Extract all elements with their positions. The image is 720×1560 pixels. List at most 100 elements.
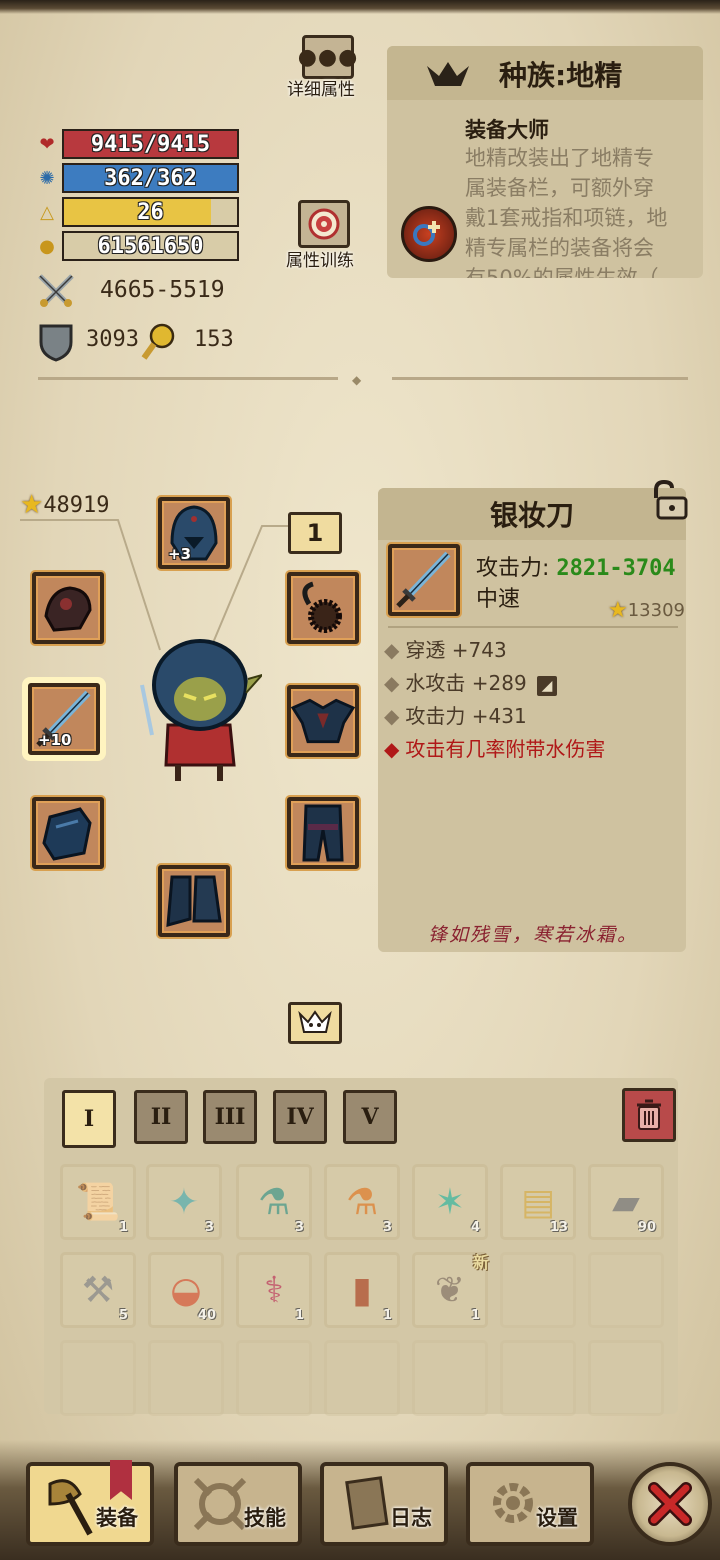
boots-icon xyxy=(166,875,222,928)
inventory-slot[interactable]: 📜 1 xyxy=(60,1164,136,1240)
axe-icon xyxy=(48,1479,93,1536)
inventory-empty-slot[interactable] xyxy=(148,1340,224,1416)
equipment-set-badge[interactable]: 1 xyxy=(288,512,342,554)
bullet-icon: ◆ xyxy=(384,737,400,761)
level-icon: △ xyxy=(40,201,54,223)
gloves-slot[interactable] xyxy=(32,797,104,869)
inventory-empty-slot[interactable] xyxy=(236,1340,312,1416)
inventory-slot[interactable]: ▰ 90 xyxy=(588,1164,664,1240)
nav-equipment-label: 装备 xyxy=(96,1506,138,1530)
more-dots-icon: ●●● xyxy=(297,44,359,70)
chest-armor-icon xyxy=(291,698,355,744)
inventory-slot[interactable]: ◒ 40 xyxy=(148,1252,224,1328)
bag-tab-3[interactable]: III xyxy=(203,1090,257,1144)
bag-tab-5[interactable]: V xyxy=(343,1090,397,1144)
inventory-slot[interactable]: ⚒ 5 xyxy=(60,1252,136,1328)
info-icon[interactable]: ◢ xyxy=(537,676,558,696)
close-button[interactable] xyxy=(628,1462,712,1546)
item-count: 4 xyxy=(470,1220,480,1235)
gold-value: 61561650 xyxy=(97,233,204,259)
inventory-empty-slot[interactable] xyxy=(60,1340,136,1416)
close-icon xyxy=(648,1482,692,1526)
unlock-icon[interactable] xyxy=(646,478,690,522)
leggings-slot[interactable] xyxy=(287,797,359,869)
crystal-star-icon: ✶ xyxy=(434,1181,466,1223)
weapon-slot[interactable]: +10 xyxy=(28,683,100,755)
divider-right xyxy=(392,377,688,380)
inventory-slot[interactable]: ▮ 1 xyxy=(324,1252,400,1328)
new-badge: 新 xyxy=(472,1253,489,1272)
inventory-slot[interactable]: ❦ 1 新 xyxy=(412,1252,489,1328)
swords-icon xyxy=(36,272,76,308)
chest-armor-slot[interactable] xyxy=(287,685,359,757)
necklace-slot[interactable] xyxy=(287,572,359,644)
bag-tab-1[interactable]: I xyxy=(62,1090,116,1148)
item-attack-value: 2821-3704 xyxy=(556,556,676,581)
luck-value: 153 xyxy=(194,327,234,352)
leggings-icon xyxy=(302,804,344,862)
boots-slot[interactable] xyxy=(158,865,230,937)
mp-bar: 362/362 xyxy=(62,163,239,193)
gold-bar: 61561650 xyxy=(62,231,239,261)
shovel-icon: ⚒ xyxy=(81,1269,115,1311)
mana-icon: ✺ xyxy=(39,167,55,189)
item-count: 1 xyxy=(470,1308,480,1323)
mp-value: 362/362 xyxy=(104,165,197,191)
item-count: 1 xyxy=(382,1308,392,1323)
nav-skills-button[interactable]: 技能 xyxy=(174,1462,302,1546)
nav-settings-button[interactable]: 设置 xyxy=(466,1462,594,1546)
bullet-icon: ◆ xyxy=(384,671,400,695)
attribute-training-button[interactable] xyxy=(298,200,350,248)
inventory-slot[interactable]: ✶ 4 xyxy=(412,1164,488,1240)
nav-skills-label: 技能 xyxy=(244,1506,286,1530)
nav-settings-label: 设置 xyxy=(536,1506,578,1530)
journal-icon xyxy=(345,1476,389,1530)
gold-icon: ● xyxy=(39,235,55,257)
inventory-slot[interactable]: ⚗ 3 xyxy=(236,1164,312,1240)
bullet-icon: ◆ xyxy=(384,638,400,662)
nav-log-button[interactable]: 日志 xyxy=(320,1462,448,1546)
top-edge xyxy=(0,0,720,14)
inventory-empty-slot[interactable] xyxy=(588,1252,664,1328)
inventory-slot[interactable]: ▤ 13 xyxy=(500,1164,576,1240)
character-emblem-button[interactable] xyxy=(288,1002,342,1044)
item-stat-row: ◆ 水攻击 +289 ◢ xyxy=(384,667,558,696)
detail-attributes-label[interactable]: 详细属性 xyxy=(287,75,355,100)
item-count: 90 xyxy=(637,1220,656,1235)
level-bar: 26 xyxy=(62,197,239,227)
race-panel: 种族:地精 装备大师 地精改装出了地精专属装备栏，可额外穿戴1套戒指和项链，地精… xyxy=(387,46,703,278)
treasure-map-icon: ▤ xyxy=(520,1181,555,1223)
spiked-shoulder-icon xyxy=(44,586,92,632)
attribute-training-label[interactable]: 属性训练 xyxy=(286,246,354,271)
item-count: 3 xyxy=(204,1220,214,1235)
nav-equipment-button[interactable]: 装备 xyxy=(26,1460,154,1546)
inventory-empty-slot[interactable] xyxy=(500,1340,576,1416)
map-scroll-icon: ✦ xyxy=(168,1181,200,1223)
shield-icon xyxy=(38,322,74,362)
helmet-slot[interactable]: +3 xyxy=(158,497,230,569)
inventory-slot[interactable]: ⚕ 1 xyxy=(236,1252,312,1328)
herb-icon: ❦ xyxy=(434,1269,466,1311)
inventory-empty-slot[interactable] xyxy=(324,1340,400,1416)
item-stat-row: ◆ 攻击力 +431 xyxy=(384,700,527,729)
inventory-empty-slot[interactable] xyxy=(500,1252,576,1328)
trash-button[interactable] xyxy=(622,1088,676,1142)
inventory-empty-slot[interactable] xyxy=(588,1340,664,1416)
item-stat-text: 水攻击 +289 xyxy=(405,671,527,695)
item-count: 1 xyxy=(294,1308,304,1323)
inventory-slot[interactable]: ✦ 3 xyxy=(146,1164,222,1240)
necklace-icon xyxy=(302,581,342,633)
inventory-slot[interactable]: ⚗ 3 xyxy=(324,1164,400,1240)
inventory-empty-slot[interactable] xyxy=(412,1340,488,1416)
heart-icon: ❤ xyxy=(39,133,55,155)
detail-attributes-button[interactable]: ●●● xyxy=(298,35,357,79)
fire-potion-icon: ⚗ xyxy=(345,1181,379,1223)
item-name: 银妆刀 xyxy=(490,499,575,532)
item-speed: 中速 xyxy=(476,587,521,612)
bag-tab-4[interactable]: IV xyxy=(273,1090,327,1144)
item-special-text: 攻击有几率附带水伤害 xyxy=(405,737,606,761)
gear-icon xyxy=(493,1483,533,1523)
item-special-row: ◆ 攻击有几率附带水伤害 xyxy=(384,733,605,762)
shoulder-slot[interactable] xyxy=(32,572,104,644)
bag-tab-2[interactable]: II xyxy=(134,1090,188,1144)
